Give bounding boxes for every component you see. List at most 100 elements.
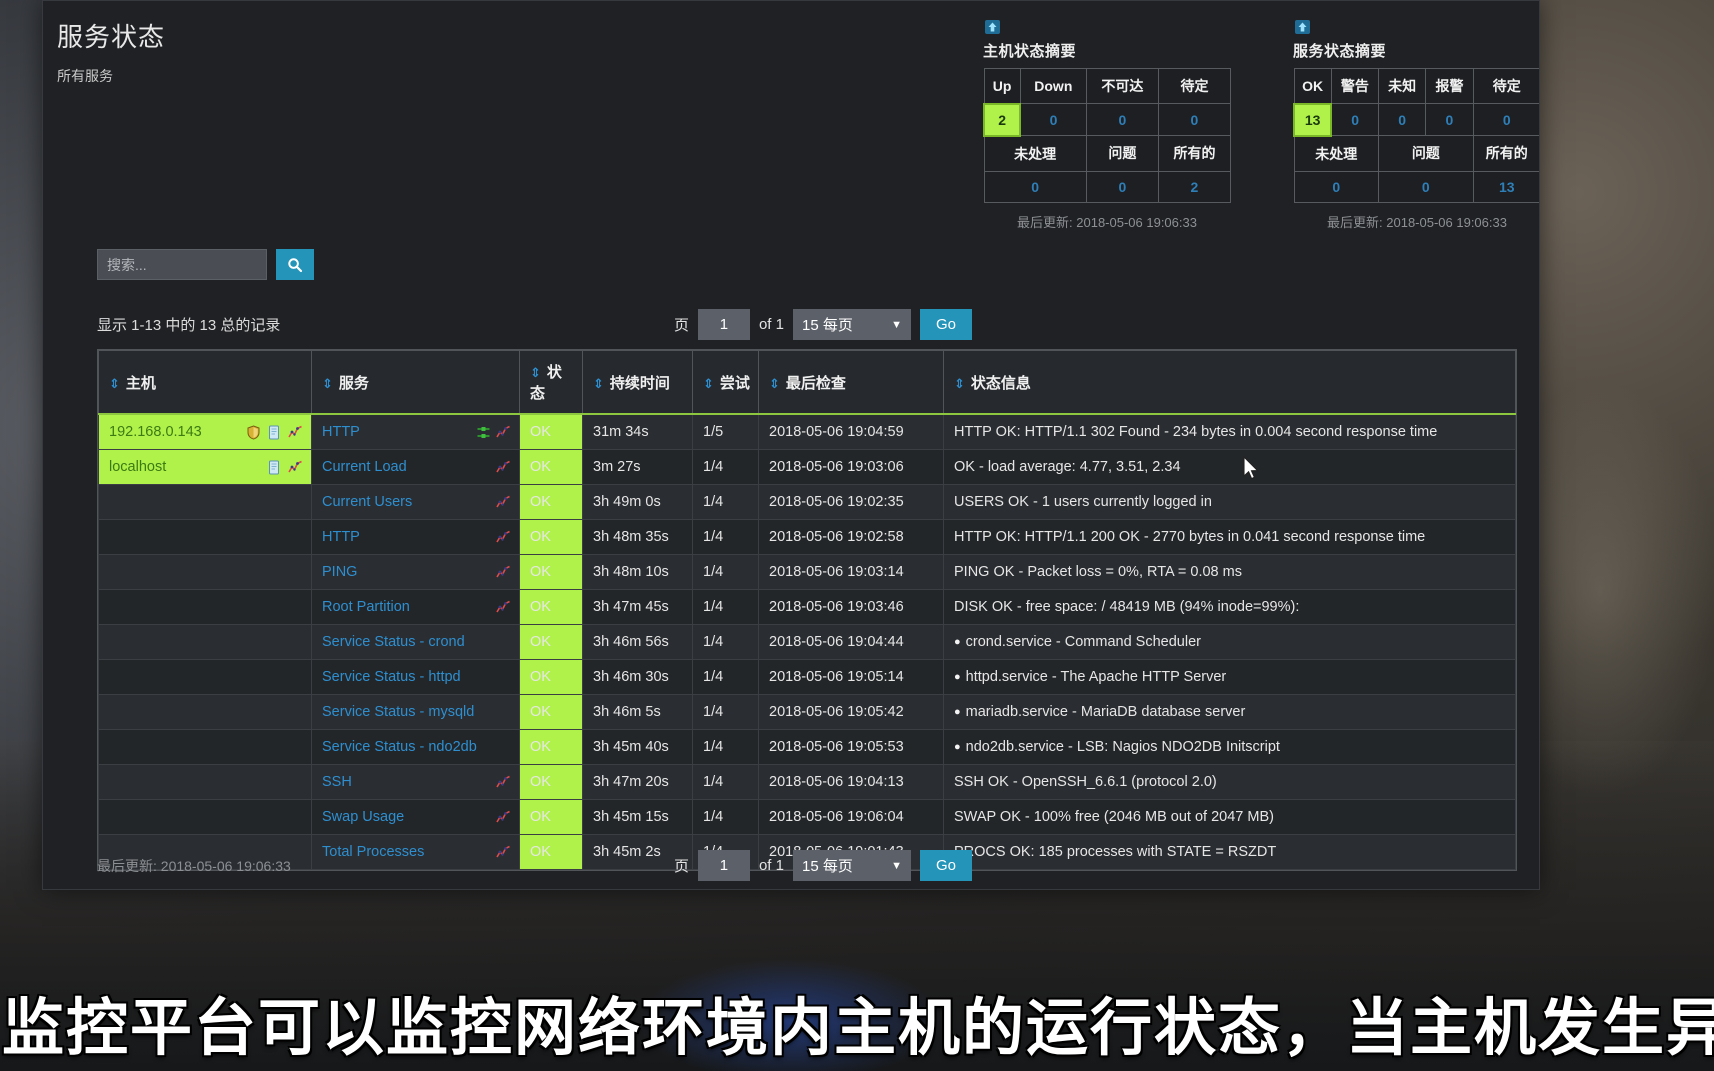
cell-service[interactable]: PING <box>311 554 520 590</box>
graph-icon[interactable] <box>288 460 303 475</box>
graph-icon[interactable] <box>496 425 511 440</box>
up-arrow-icon <box>983 19 1001 35</box>
graph-icon[interactable] <box>496 460 511 475</box>
graph-icon[interactable] <box>496 600 511 615</box>
table-row: HTTP OK 3h 48m 35s 1/4 2018-05-06 19:02:58 HT… <box>98 519 1516 555</box>
column-header-host[interactable]: ⇕ 主机 <box>98 350 312 415</box>
cell-attempt: 1/4 <box>692 589 759 625</box>
pagination-controls-bottom: 页 of 1 15 每页 ▼ Go <box>674 850 972 881</box>
cell-last-check: 2018-05-06 19:04:44 <box>758 624 944 660</box>
cell-service[interactable]: Swap Usage <box>311 799 520 835</box>
service-name[interactable]: Swap Usage <box>322 809 404 825</box>
passive-check-icon[interactable] <box>476 425 491 440</box>
service-name[interactable]: Service Status - mysqld <box>322 704 474 720</box>
host-pending-count[interactable]: 0 <box>1157 103 1232 136</box>
service-name[interactable]: HTTP <box>322 529 360 545</box>
search-input[interactable] <box>97 249 267 280</box>
cell-service[interactable]: Current Load <box>311 449 520 485</box>
service-unhandled-count[interactable]: 0 <box>1293 170 1380 203</box>
cell-last-check: 2018-05-06 19:04:13 <box>758 764 944 800</box>
host-unreachable-count[interactable]: 0 <box>1085 103 1159 136</box>
go-button[interactable]: Go <box>919 309 972 340</box>
page-number-input-bottom[interactable] <box>697 850 750 881</box>
service-critical-count[interactable]: 0 <box>1425 103 1474 136</box>
cell-duration: 3h 47m 45s <box>582 589 693 625</box>
cell-host <box>98 519 312 555</box>
service-name[interactable]: HTTP <box>322 424 360 440</box>
graph-icon[interactable] <box>496 775 511 790</box>
host-down-count[interactable]: 0 <box>1019 103 1087 136</box>
service-unknown-count[interactable]: 0 <box>1378 103 1427 136</box>
column-header-attempt[interactable]: ⇕ 尝试 <box>692 350 759 415</box>
column-header-status-info[interactable]: ⇕ 状态信息 <box>943 350 1516 415</box>
cell-attempt: 1/4 <box>692 799 759 835</box>
page-number-input[interactable] <box>697 309 750 340</box>
pager-bottom: 最后更新: 2018-05-06 19:06:33 页 of 1 15 每页 ▼… <box>97 850 1517 881</box>
graph-icon[interactable] <box>496 530 511 545</box>
cell-last-check: 2018-05-06 19:03:14 <box>758 554 944 590</box>
cell-state: OK <box>519 799 583 835</box>
cell-service[interactable]: Current Users <box>311 484 520 520</box>
column-header-last-check[interactable]: ⇕ 最后检查 <box>758 350 944 415</box>
graph-icon[interactable] <box>496 810 511 825</box>
document-icon[interactable] <box>267 460 282 475</box>
host-unhandled-count[interactable]: 0 <box>983 170 1087 203</box>
service-problems-count[interactable]: 0 <box>1378 170 1474 203</box>
service-name[interactable]: PING <box>322 564 357 580</box>
host-up-count[interactable]: 2 <box>982 102 1022 137</box>
service-name[interactable]: Root Partition <box>322 599 410 615</box>
service-ok-count[interactable]: 13 <box>1292 102 1333 137</box>
cell-attempt: 1/4 <box>692 624 759 660</box>
service-action-icons <box>496 460 511 475</box>
per-page-select-bottom[interactable]: 15 每页 ▼ <box>792 850 911 881</box>
table-row: 2 0 0 0 <box>982 102 1232 137</box>
service-name[interactable]: Current Load <box>322 459 407 475</box>
service-name[interactable]: SSH <box>322 774 352 790</box>
bullet-icon: ● <box>954 636 961 649</box>
document-icon[interactable] <box>267 425 282 440</box>
cell-state: OK <box>519 554 583 590</box>
graph-icon[interactable] <box>496 495 511 510</box>
table-row: 0 0 13 <box>1293 170 1539 203</box>
column-header-service[interactable]: ⇕ 服务 <box>311 350 520 415</box>
cell-duration: 3h 46m 30s <box>582 659 693 695</box>
search-button[interactable] <box>276 249 314 280</box>
service-name[interactable]: Service Status - httpd <box>322 669 461 685</box>
service-name[interactable]: Current Users <box>322 494 412 510</box>
cell-service[interactable]: HTTP <box>311 413 520 450</box>
cell-host[interactable]: 192.168.0.143 <box>98 413 312 450</box>
cell-attempt: 1/4 <box>692 764 759 800</box>
service-warning-count[interactable]: 0 <box>1330 103 1380 136</box>
service-pending-count[interactable]: 0 <box>1472 103 1539 136</box>
record-count: 显示 1-13 中的 13 总的记录 <box>97 317 281 334</box>
host-all-count[interactable]: 2 <box>1157 170 1232 203</box>
service-name[interactable]: Service Status - ndo2db <box>322 739 477 755</box>
cell-host[interactable]: localhost <box>98 449 312 485</box>
cell-service[interactable]: Service Status - httpd <box>311 659 520 695</box>
shield-icon[interactable] <box>246 424 261 440</box>
cell-service[interactable]: HTTP <box>311 519 520 555</box>
cell-service[interactable]: Root Partition <box>311 589 520 625</box>
graph-icon[interactable] <box>496 565 511 580</box>
service-name[interactable]: Service Status - crond <box>322 634 465 650</box>
service-all-count[interactable]: 13 <box>1472 170 1539 203</box>
service-action-icons <box>496 775 511 790</box>
cell-service[interactable]: SSH <box>311 764 520 800</box>
host-problems-count[interactable]: 0 <box>1085 170 1159 203</box>
sort-icon: ⇕ <box>769 375 780 391</box>
cell-service[interactable]: Service Status - mysqld <box>311 694 520 730</box>
cell-service[interactable]: Service Status - crond <box>311 624 520 660</box>
graph-icon[interactable] <box>288 425 303 440</box>
service-summary-table: OK 警告 未知 报警 待定 13 0 0 0 0 未处理 问题 所有的 0 0… <box>1292 68 1539 203</box>
cell-duration: 3h 48m 10s <box>582 554 693 590</box>
host-name[interactable]: localhost <box>109 459 166 475</box>
column-header-duration[interactable]: ⇕ 持续时间 <box>582 350 693 415</box>
host-name[interactable]: 192.168.0.143 <box>109 424 202 440</box>
cell-host <box>98 659 312 695</box>
go-button-bottom[interactable]: Go <box>919 850 972 881</box>
column-header-state[interactable]: ⇕ 状态 <box>519 350 583 415</box>
header-label: 持续时间 <box>609 374 670 392</box>
cell-status-info: OK - load average: 4.77, 3.51, 2.34 <box>943 449 1516 485</box>
cell-service[interactable]: Service Status - ndo2db <box>311 729 520 765</box>
per-page-select[interactable]: 15 每页 ▼ <box>792 309 911 340</box>
